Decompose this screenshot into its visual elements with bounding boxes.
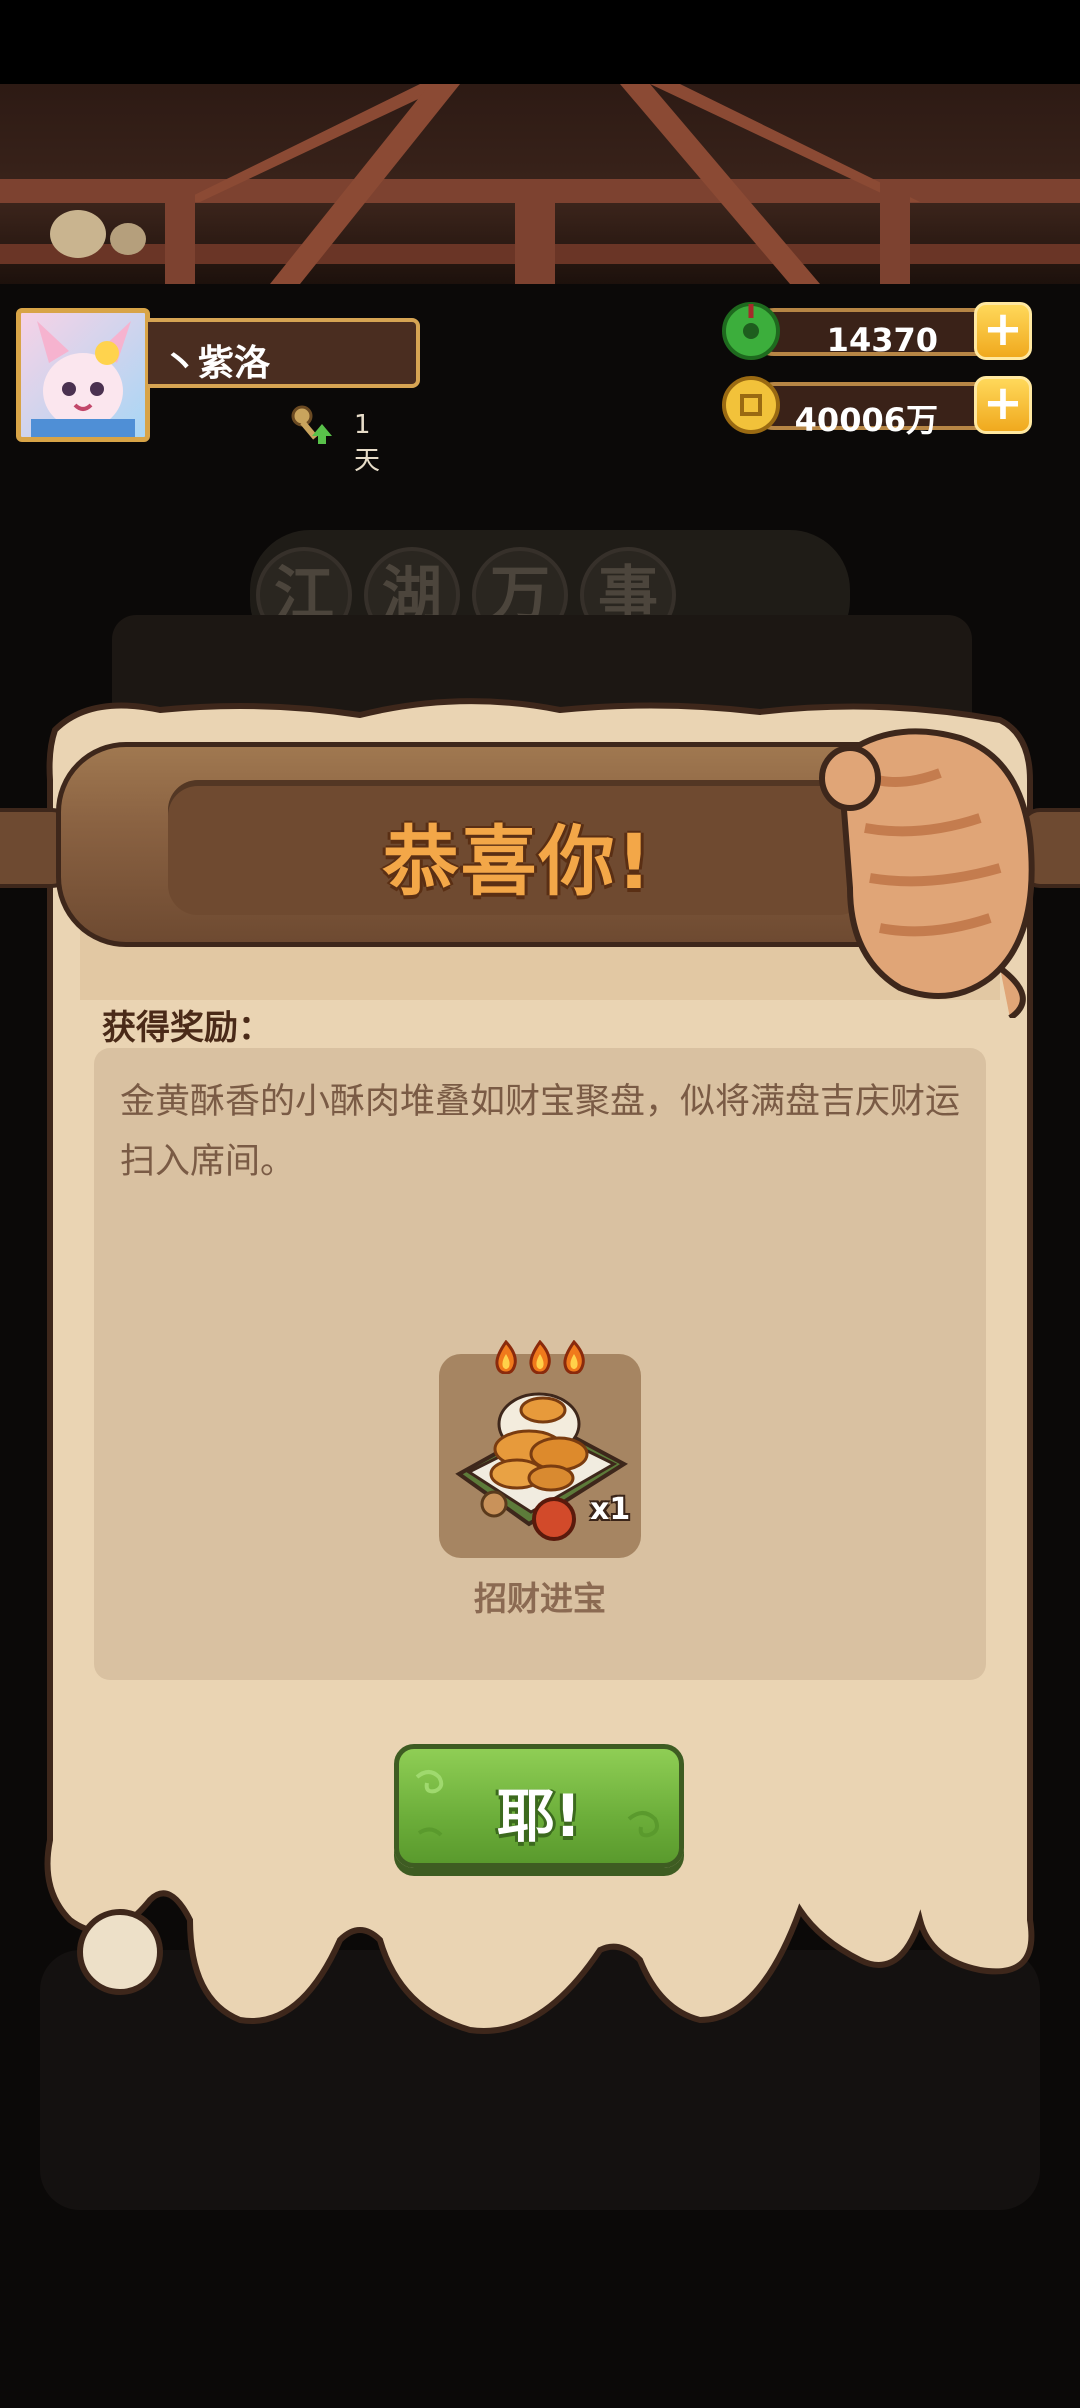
player-name-plate: 丶紫洛 [148, 318, 420, 388]
jade-value: 14370 [826, 321, 938, 359]
status-bar [0, 0, 1080, 84]
gold-currency: 40006万 + [720, 374, 1032, 439]
add-jade-button[interactable]: + [974, 302, 1032, 360]
confirm-label: 耶! [496, 1782, 582, 1850]
player-avatar[interactable] [16, 308, 150, 442]
confirm-button[interactable]: 耶! [394, 1744, 684, 1868]
jade-currency: 14370 + [720, 300, 1032, 362]
gold-value: 40006万 [794, 401, 938, 439]
jade-coin-icon [722, 302, 780, 360]
copper-coin-icon [722, 376, 780, 434]
gold-bar: 40006万 [750, 382, 1012, 439]
reward-box: 金黄酥香的小酥肉堆叠如财宝聚盘，似将满盘吉庆财运扫入席间。 x1 招财进宝 [94, 1048, 986, 1680]
reward-description: 金黄酥香的小酥肉堆叠如财宝聚盘，似将满盘吉庆财运扫入席间。 [120, 1082, 961, 1182]
roof-beams-background [0, 84, 1080, 284]
player-name: 丶紫洛 [162, 343, 271, 384]
crispy-pork-dish-icon [455, 1392, 628, 1541]
key-up-icon [291, 405, 332, 444]
popup-title: 恭喜你! [382, 817, 654, 906]
jade-bar: 14370 [750, 308, 1012, 359]
item-quantity: x1 [590, 1492, 631, 1527]
days-count: 1天 [354, 410, 381, 476]
cat-paw-icon [819, 728, 1035, 1018]
add-gold-button[interactable]: + [974, 376, 1032, 434]
reward-label: 获得奖励： [102, 1008, 272, 1048]
item-name: 招财进宝 [474, 1579, 606, 1618]
